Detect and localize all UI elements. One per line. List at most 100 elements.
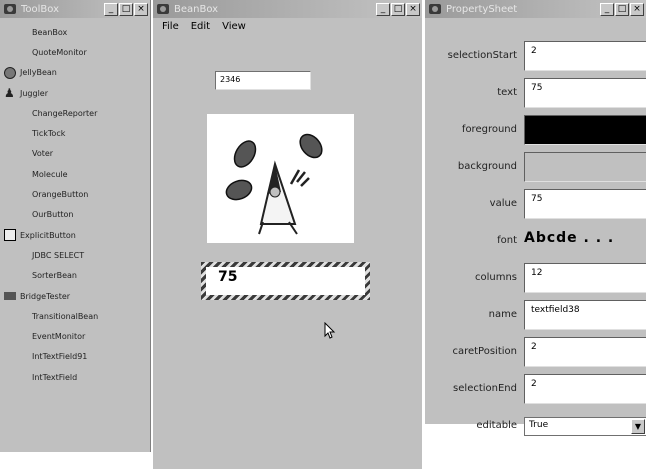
int-text-field-bean[interactable]: 75 bbox=[201, 262, 370, 300]
property-row: selectionStart 2 bbox=[425, 37, 646, 73]
window-title: ToolBox bbox=[21, 3, 60, 15]
property-sheet-window: PropertySheet _ □ × selectionStart 2 text 7… bbox=[424, 0, 646, 436]
toolbox-item[interactable]: Molecule bbox=[0, 164, 151, 184]
toolbox-item-label: IntTextField91 bbox=[32, 352, 88, 362]
property-row: text 75 bbox=[425, 74, 646, 110]
toolbox-item-label: ChangeReporter bbox=[32, 108, 98, 118]
toolbox-item[interactable]: BridgeTester bbox=[0, 286, 151, 306]
toolbox-titlebar[interactable]: ToolBox _ □ × bbox=[0, 0, 150, 18]
chevron-down-icon[interactable]: ▼ bbox=[631, 419, 645, 434]
toolbox-item-label: TickTock bbox=[32, 129, 66, 139]
juggler-icon: ♟ bbox=[4, 86, 15, 101]
maximize-button[interactable]: □ bbox=[391, 2, 405, 16]
bean-app-icon bbox=[3, 3, 17, 15]
property-row: background bbox=[425, 148, 646, 184]
toolbox-item[interactable]: TransitionalBean bbox=[0, 306, 151, 326]
window-title: BeanBox bbox=[174, 3, 219, 15]
toolbox-item[interactable]: JellyBean bbox=[0, 63, 151, 83]
toolbox-item[interactable]: OurButton bbox=[0, 205, 151, 225]
property-value-field[interactable]: 2 bbox=[524, 41, 646, 71]
minimize-button[interactable]: _ bbox=[104, 2, 118, 16]
bean-app-icon bbox=[156, 3, 170, 15]
toolbox-item-label: OurButton bbox=[32, 210, 74, 220]
property-label: font bbox=[497, 234, 517, 246]
property-label: caretPosition bbox=[452, 345, 517, 357]
bean-app-icon bbox=[428, 3, 442, 15]
explicit-button-icon bbox=[3, 228, 17, 242]
toolbox-item-label: JellyBean bbox=[20, 68, 57, 78]
property-row: value 75 bbox=[425, 185, 646, 221]
close-button[interactable]: × bbox=[406, 2, 420, 16]
property-value-field[interactable]: 2 bbox=[524, 337, 646, 367]
juggler-bean[interactable] bbox=[207, 114, 354, 243]
property-label: foreground bbox=[461, 123, 517, 135]
property-label: text bbox=[497, 86, 517, 98]
toolbox-item-label: TransitionalBean bbox=[32, 311, 99, 321]
property-label: name bbox=[488, 308, 517, 320]
toolbox-item[interactable]: JDBC SELECT bbox=[0, 245, 151, 265]
toolbox-item[interactable]: IntTextField91 bbox=[0, 347, 151, 367]
property-value-field[interactable]: 12 bbox=[524, 263, 646, 293]
toolbox-item-label: SorterBean bbox=[32, 271, 77, 281]
beanbox-titlebar[interactable]: BeanBox _ □ × bbox=[153, 0, 422, 18]
property-label: selectionEnd bbox=[453, 382, 517, 394]
toolbox-item[interactable]: SorterBean bbox=[0, 266, 151, 286]
toolbox-item[interactable]: OrangeButton bbox=[0, 184, 151, 204]
maximize-button[interactable]: □ bbox=[119, 2, 133, 16]
toolbox-item[interactable]: BeanBox bbox=[0, 22, 151, 42]
toolbox-item-label: OrangeButton bbox=[32, 190, 89, 200]
quote-text-field[interactable]: 2346 bbox=[215, 71, 311, 90]
toolbox-list: BeanBox QuoteMonitor JellyBean ♟ Juggler Chan… bbox=[0, 22, 151, 387]
property-value-field[interactable]: 75 bbox=[524, 189, 646, 219]
int-text-field-value[interactable]: 75 bbox=[206, 267, 365, 295]
bridge-icon bbox=[3, 289, 17, 303]
color-swatch[interactable] bbox=[524, 152, 646, 182]
juggler-icon bbox=[225, 133, 323, 235]
color-swatch[interactable] bbox=[524, 115, 646, 145]
toolbox-item[interactable]: ♟ Juggler bbox=[0, 83, 151, 103]
editable-select[interactable]: True ▼ bbox=[524, 417, 646, 436]
property-value-field[interactable]: 2 bbox=[524, 374, 646, 404]
property-row: columns 12 bbox=[425, 259, 646, 295]
property-label: background bbox=[457, 160, 517, 172]
property-row: foreground bbox=[425, 111, 646, 147]
toolbox-item-label: Voter bbox=[32, 149, 54, 159]
toolbox-item-label: JDBC SELECT bbox=[32, 250, 85, 260]
minimize-button[interactable]: _ bbox=[376, 2, 390, 16]
close-button[interactable]: × bbox=[134, 2, 148, 16]
property-label: value bbox=[489, 197, 517, 209]
toolbox-item-label: Juggler bbox=[20, 88, 49, 98]
property-row: selectionEnd 2 bbox=[425, 370, 646, 406]
property-sheet-titlebar[interactable]: PropertySheet _ □ × bbox=[425, 0, 646, 18]
jellybean-icon bbox=[3, 66, 17, 80]
property-label: editable bbox=[476, 419, 517, 431]
toolbox-item[interactable]: EventMonitor bbox=[0, 326, 151, 346]
toolbox-item-label: IntTextField bbox=[32, 372, 78, 382]
property-value-field[interactable]: textfield38 bbox=[524, 300, 646, 330]
toolbox-item[interactable]: QuoteMonitor bbox=[0, 42, 151, 62]
beanbox-window: BeanBox _ □ × File Edit View 2346 75 bbox=[152, 0, 422, 469]
window-title: PropertySheet bbox=[446, 3, 518, 15]
menu-file[interactable]: File bbox=[162, 21, 179, 32]
toolbox-item[interactable]: Voter bbox=[0, 144, 151, 164]
toolbox-item[interactable]: IntTextField bbox=[0, 367, 151, 387]
property-row: font Abcde . . . bbox=[425, 222, 646, 258]
minimize-button[interactable]: _ bbox=[600, 2, 614, 16]
menu-view[interactable]: View bbox=[222, 21, 246, 32]
toolbox-item-label: BridgeTester bbox=[20, 291, 71, 301]
toolbox-item-label: EventMonitor bbox=[32, 332, 86, 342]
property-row: caretPosition 2 bbox=[425, 333, 646, 369]
close-button[interactable]: × bbox=[630, 2, 644, 16]
toolbox-item[interactable]: ChangeReporter bbox=[0, 103, 151, 123]
font-preview[interactable]: Abcde . . . bbox=[524, 230, 614, 246]
property-value-field[interactable]: 75 bbox=[524, 78, 646, 108]
toolbox-item-label: BeanBox bbox=[32, 27, 68, 37]
toolbox-item[interactable]: ExplicitButton bbox=[0, 225, 151, 245]
toolbox-item-label: ExplicitButton bbox=[20, 230, 76, 240]
select-value: True bbox=[529, 420, 549, 430]
toolbox-window: ToolBox _ □ × BeanBox QuoteMonitor JellyBe… bbox=[0, 0, 151, 452]
toolbox-item[interactable]: TickTock bbox=[0, 123, 151, 143]
menu-edit[interactable]: Edit bbox=[191, 21, 210, 32]
mouse-cursor-icon bbox=[324, 322, 336, 339]
maximize-button[interactable]: □ bbox=[615, 2, 629, 16]
